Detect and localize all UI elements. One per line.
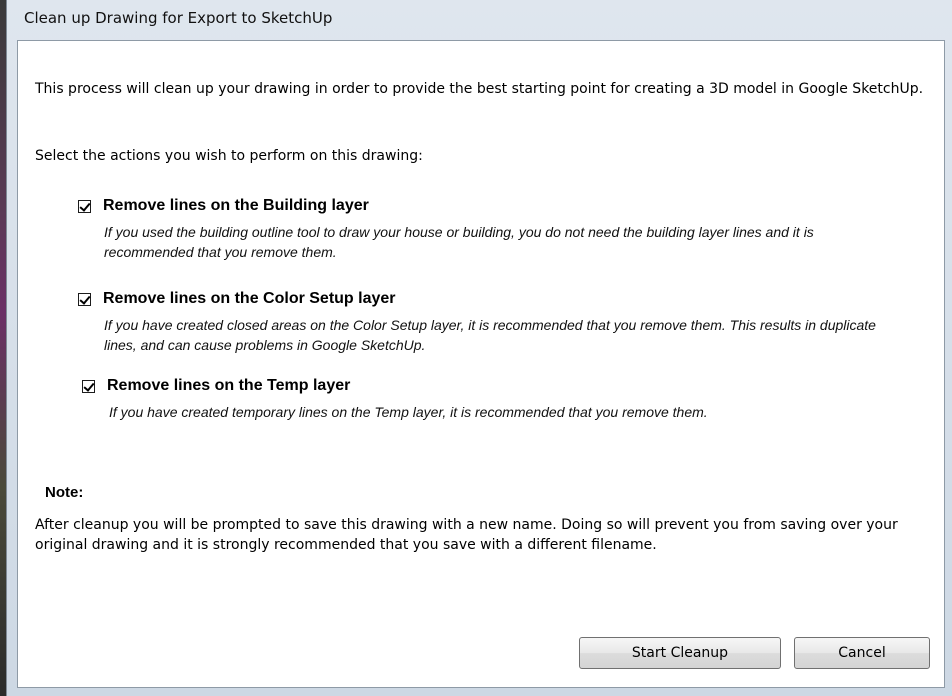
title-bar[interactable]: Clean up Drawing for Export to SketchUp — [7, 0, 952, 40]
temp-layer-description: If you have created temporary lines on t… — [109, 404, 708, 420]
dialog-window: Clean up Drawing for Export to SketchUp … — [6, 0, 952, 696]
option-temp-layer: Remove lines on the Temp layer If you ha… — [82, 377, 889, 422]
option-building-layer: Remove lines on the Building layer If yo… — [78, 197, 884, 262]
intro-text: This process will clean up your drawing … — [35, 81, 924, 97]
temp-layer-label[interactable]: Remove lines on the Temp layer — [107, 377, 350, 395]
note-text: After cleanup you will be prompted to sa… — [35, 517, 898, 553]
dialog-content: This process will clean up your drawing … — [17, 40, 945, 688]
note-heading: Note: — [45, 484, 84, 501]
temp-layer-checkbox[interactable] — [82, 379, 95, 393]
building-layer-description: If you used the building outline tool to… — [104, 224, 814, 260]
building-layer-label[interactable]: Remove lines on the Building layer — [103, 197, 369, 215]
building-layer-checkbox[interactable] — [78, 199, 91, 213]
color-setup-layer-label[interactable]: Remove lines on the Color Setup layer — [103, 290, 396, 308]
select-actions-label: Select the actions you wish to perform o… — [35, 148, 423, 164]
color-setup-layer-checkbox[interactable] — [78, 292, 91, 306]
window-title: Clean up Drawing for Export to SketchUp — [24, 9, 333, 27]
option-color-setup-layer: Remove lines on the Color Setup layer If… — [78, 290, 884, 355]
color-setup-layer-description: If you have created closed areas on the … — [104, 317, 876, 353]
cancel-button[interactable]: Cancel — [794, 637, 930, 669]
start-cleanup-button[interactable]: Start Cleanup — [579, 637, 781, 669]
